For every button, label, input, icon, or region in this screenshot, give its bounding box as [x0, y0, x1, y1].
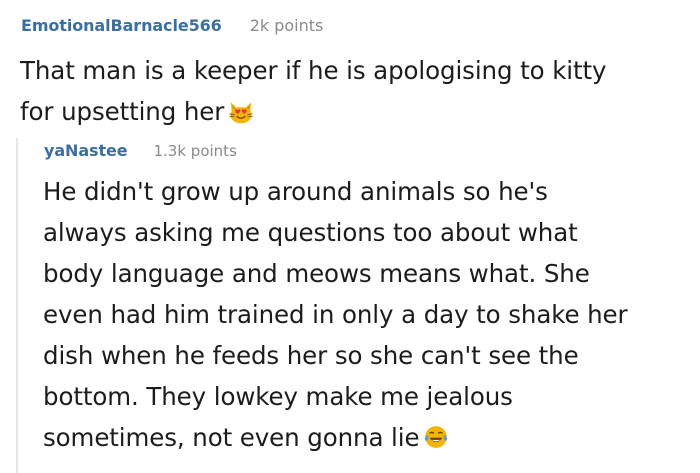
reply-text-line: always asking me questions too about wha…	[43, 218, 578, 247]
reply-text-line: dish when he feeds her so she can't see …	[43, 341, 579, 370]
heart-eyes-cat-icon	[229, 102, 253, 124]
reply-text-line: bottom. They lowkey make me jealous	[43, 382, 513, 411]
points-label: 2k points	[249, 16, 324, 35]
thread-line[interactable]	[16, 138, 18, 473]
comment-text-line-with-emoji: for upsetting her	[20, 91, 690, 132]
reply-text-line: sometimes, not even gonna lie	[43, 423, 420, 452]
comment-parent: EmotionalBarnacle566 2k points That man …	[0, 0, 700, 140]
reply-text-line: He didn't grow up around animals so he's	[43, 177, 548, 206]
points-label: 1.3k points	[153, 142, 237, 160]
username-link[interactable]: EmotionalBarnacle566	[21, 16, 222, 35]
reply-body: He didn't grow up around animals so he's…	[43, 171, 693, 458]
reply-text-line: even had him trained in only a day to sh…	[43, 300, 628, 329]
comment-body: That man is a keeper if he is apologisin…	[20, 50, 690, 132]
reply-text-line-with-emoji: sometimes, not even gonna lie	[43, 417, 693, 458]
reply-header: yaNastee 1.3k points	[44, 141, 237, 160]
comment-text-line: for upsetting her	[20, 97, 225, 126]
reply-text-line: body language and meows means what. She	[43, 259, 590, 288]
tears-of-joy-icon	[425, 426, 448, 448]
comment-text-line: That man is a keeper if he is apologisin…	[20, 56, 607, 85]
username-link[interactable]: yaNastee	[44, 141, 128, 160]
comment-header: EmotionalBarnacle566 2k points	[21, 16, 323, 35]
